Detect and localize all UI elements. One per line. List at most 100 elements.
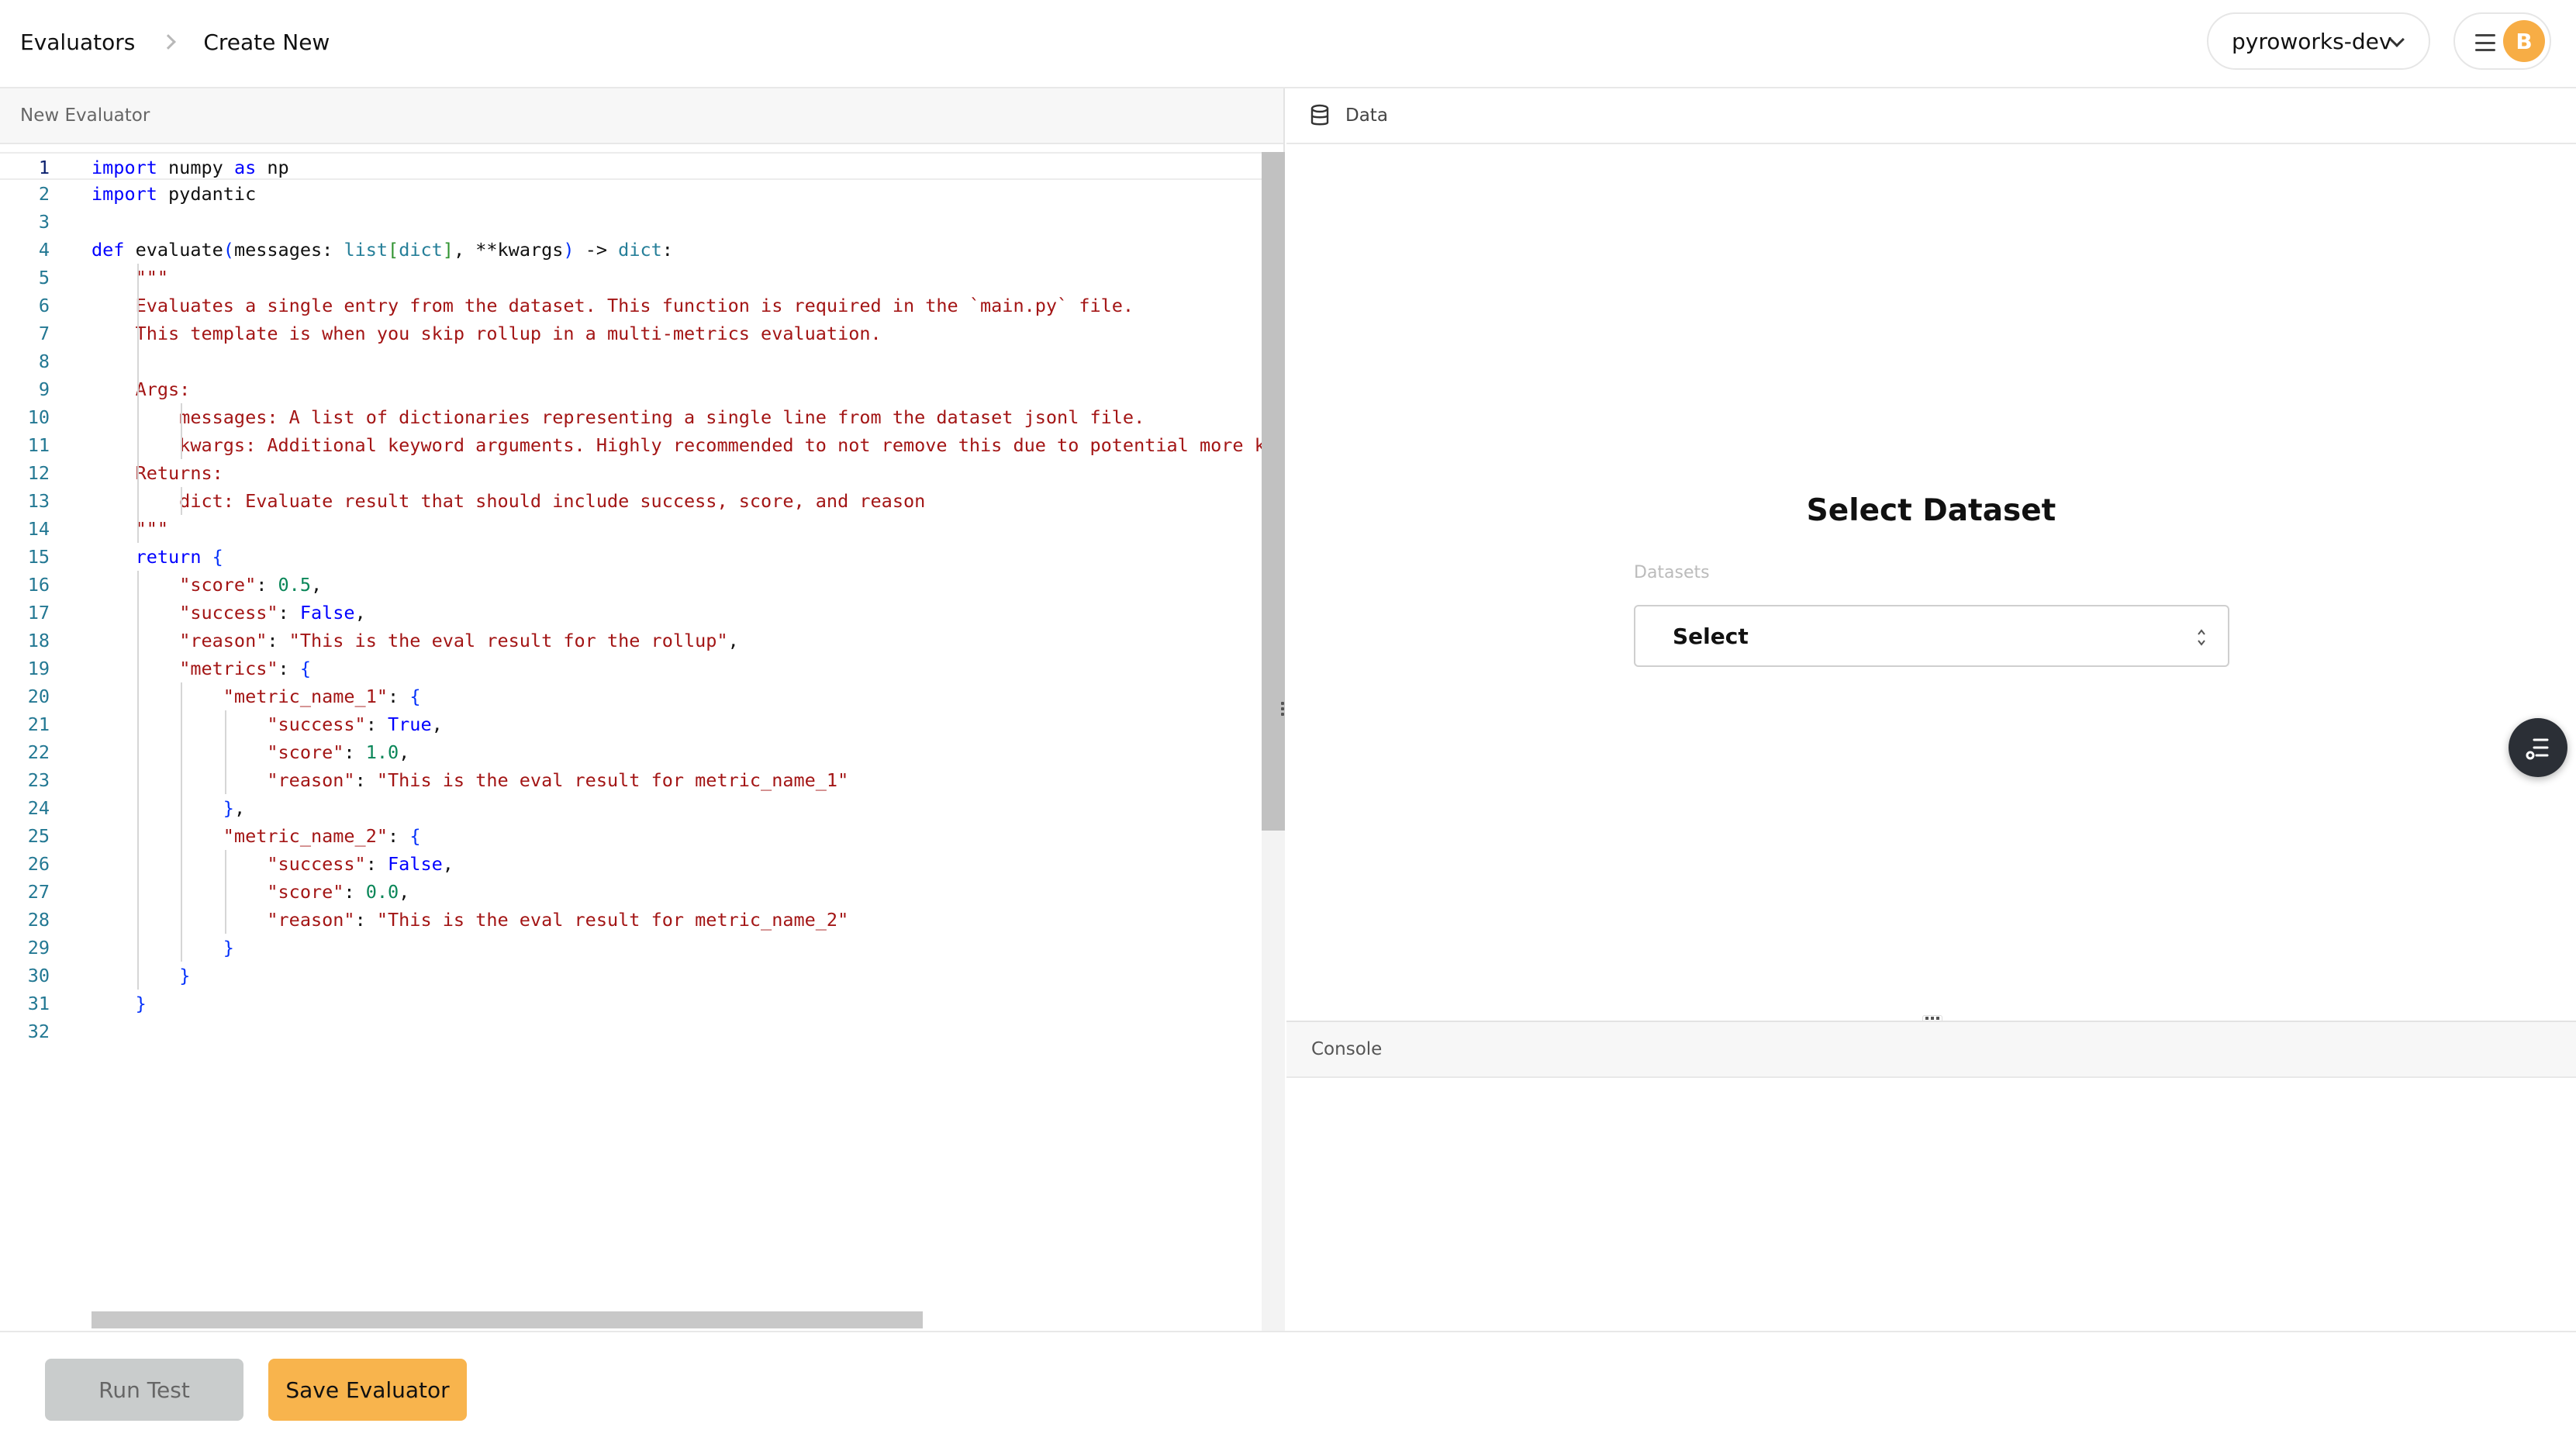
code-text: "success": False, <box>267 853 454 875</box>
code-text: This template is when you skip rollup in… <box>92 323 882 344</box>
line-number: 16 <box>27 574 50 596</box>
code-line[interactable]: 21 "success": True, <box>0 710 1262 738</box>
code-line[interactable]: 10 messages: A list of dictionaries repr… <box>0 403 1262 431</box>
code-line[interactable]: 1 import numpy as np <box>0 152 1262 180</box>
indent-guide <box>181 682 183 962</box>
data-pane-header: Data <box>1286 88 2576 144</box>
code-text: """ <box>92 267 169 288</box>
code-line[interactable]: 9 Args: <box>0 375 1262 403</box>
line-number: 29 <box>27 937 50 959</box>
code-line[interactable]: 11 kwargs: Additional keyword arguments.… <box>0 431 1262 459</box>
line-number: 2 <box>38 183 50 205</box>
code-line[interactable]: 3 <box>0 208 1262 236</box>
user-menu-button[interactable]: B <box>2453 12 2551 70</box>
hamburger-icon <box>2475 34 2495 51</box>
code-text: "score": 0.5, <box>179 574 323 596</box>
dataset-select[interactable]: Select <box>1634 605 2229 667</box>
code-line[interactable]: 23 "reason": "This is the eval result fo… <box>0 766 1262 794</box>
line-number: 23 <box>27 769 50 791</box>
console-pane: Console <box>1286 1021 2576 1331</box>
editor-vertical-scrollbar-thumb[interactable] <box>1262 152 1285 831</box>
code-line[interactable]: 12 Returns: <box>0 459 1262 487</box>
code-line[interactable]: 2 import pydantic <box>0 180 1262 208</box>
line-number: 18 <box>27 630 50 651</box>
breadcrumb-create-new: Create New <box>203 29 330 55</box>
code-line[interactable]: 31 } <box>0 990 1262 1017</box>
code-text: dict: Evaluate result that should includ… <box>92 490 926 512</box>
line-number: 19 <box>27 658 50 679</box>
code-text: """ <box>92 518 169 540</box>
filter-list-icon <box>2526 738 2549 760</box>
code-editor[interactable]: 1 import numpy as np 2 import pydantic 3 4 def… <box>0 152 1262 1319</box>
code-text: Returns: <box>92 462 223 484</box>
line-number: 27 <box>27 881 50 903</box>
code-text: "score": 0.0, <box>267 881 410 903</box>
code-line[interactable]: 26 "success": False, <box>0 850 1262 878</box>
code-text: "metrics": { <box>179 658 311 679</box>
code-line[interactable]: 14 """ <box>0 515 1262 543</box>
project-name: pyroworks-dev <box>2232 28 2392 54</box>
code-line[interactable]: 5 """ <box>0 264 1262 292</box>
code-text: import pydantic <box>92 183 257 205</box>
code-line[interactable]: 29 } <box>0 934 1262 962</box>
code-line[interactable]: 20 "metric_name_1": { <box>0 682 1262 710</box>
code-text: "metric_name_1": { <box>223 686 421 707</box>
code-text: "metric_name_2": { <box>223 825 421 847</box>
line-number: 1 <box>38 157 50 178</box>
breadcrumb-evaluators[interactable]: Evaluators <box>20 29 135 55</box>
code-line[interactable]: 28 "reason": "This is the eval result fo… <box>0 906 1262 934</box>
code-line[interactable]: 30 } <box>0 962 1262 990</box>
code-text: def evaluate(messages: list[dict], **kwa… <box>92 239 673 261</box>
code-text: }, <box>223 797 246 819</box>
line-number: 14 <box>27 518 50 540</box>
code-line[interactable]: 18 "reason": "This is the eval result fo… <box>0 627 1262 655</box>
run-test-button[interactable]: Run Test <box>45 1359 243 1421</box>
project-selector[interactable]: pyroworks-dev <box>2207 12 2430 70</box>
line-number: 30 <box>27 965 50 986</box>
code-text: "success": False, <box>179 602 366 624</box>
line-number: 15 <box>27 546 50 568</box>
code-line[interactable]: 24 }, <box>0 794 1262 822</box>
line-number: 12 <box>27 462 50 484</box>
code-line[interactable]: 32 <box>0 1017 1262 1045</box>
database-icon <box>1310 104 1329 126</box>
code-text: "reason": "This is the eval result for t… <box>179 630 739 651</box>
line-number: 25 <box>27 825 50 847</box>
line-number: 13 <box>27 490 50 512</box>
line-number: 31 <box>27 993 50 1014</box>
code-line[interactable]: 8 <box>0 347 1262 375</box>
code-line[interactable]: 22 "score": 1.0, <box>0 738 1262 766</box>
editor-pane: New Evaluator 1 import numpy as np 2 import… <box>0 88 1285 1331</box>
code-line[interactable]: 16 "score": 0.5, <box>0 571 1262 599</box>
datasets-label: Datasets <box>1634 563 1710 582</box>
editor-pane-title: New Evaluator <box>0 88 1283 144</box>
code-line[interactable]: 17 "success": False, <box>0 599 1262 627</box>
line-number: 28 <box>27 909 50 931</box>
breadcrumb: Evaluators Create New <box>20 25 330 59</box>
floating-action-button[interactable] <box>2509 718 2567 777</box>
code-text: "success": True, <box>267 713 443 735</box>
line-number: 8 <box>38 351 50 372</box>
line-number: 20 <box>27 686 50 707</box>
console-title: Console <box>1286 1022 2576 1078</box>
code-line[interactable]: 15 return { <box>0 543 1262 571</box>
code-line[interactable]: 27 "score": 0.0, <box>0 878 1262 906</box>
line-number: 10 <box>27 406 50 428</box>
indent-guide <box>136 264 139 543</box>
line-number: 5 <box>38 267 50 288</box>
code-line[interactable]: 25 "metric_name_2": { <box>0 822 1262 850</box>
line-number: 6 <box>38 295 50 316</box>
code-line[interactable]: 6 Evaluates a single entry from the data… <box>0 292 1262 320</box>
select-dataset-heading: Select Dataset <box>1806 493 2056 528</box>
editor-horizontal-scrollbar-thumb[interactable] <box>92 1311 923 1328</box>
save-evaluator-button[interactable]: Save Evaluator <box>268 1359 467 1421</box>
code-text: return { <box>135 546 223 568</box>
avatar: B <box>2503 20 2545 62</box>
code-line[interactable]: 4 def evaluate(messages: list[dict], **kw… <box>0 236 1262 264</box>
up-down-chevron-icon <box>2198 629 2205 646</box>
code-line[interactable]: 13 dict: Evaluate result that should inc… <box>0 487 1262 515</box>
data-pane-title: Data <box>1345 105 1388 126</box>
code-line[interactable]: 7 This template is when you skip rollup … <box>0 320 1262 347</box>
code-text: } <box>179 965 191 986</box>
code-line[interactable]: 19 "metrics": { <box>0 655 1262 682</box>
